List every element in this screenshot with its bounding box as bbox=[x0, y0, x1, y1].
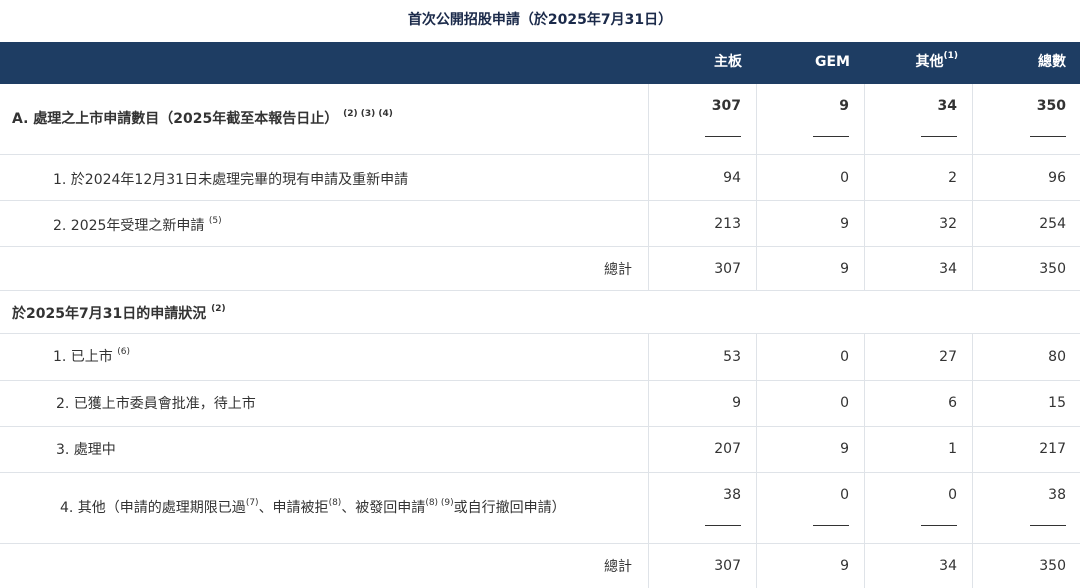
table-row: 2. 已獲上市委員會批准，待上市 9 0 6 15 bbox=[0, 381, 1080, 427]
row-label: 4. 其他（申請的處理期限已過(7)、申請被拒(8)、被發回申請(8) (9)或… bbox=[60, 498, 566, 517]
section-b-row: 於2025年7月31日的申請狀況 (2) bbox=[0, 291, 1080, 334]
section-a-total-row: 總計 307 9 34 350 bbox=[0, 247, 1080, 291]
cell-other: 32 bbox=[939, 216, 957, 232]
total-gem: 9 bbox=[840, 558, 849, 574]
row-label: 1. 已上市 (6) bbox=[53, 347, 131, 366]
cell-other: 0 bbox=[948, 487, 957, 503]
cell-main: 207 bbox=[714, 441, 741, 457]
cell-gem: 0 bbox=[840, 395, 849, 411]
total-label: 總計 bbox=[604, 559, 632, 575]
cell-main: 53 bbox=[723, 349, 741, 365]
row-label: 2. 2025年受理之新申請 (5) bbox=[53, 216, 222, 235]
section-a-gem: 9 bbox=[839, 98, 849, 114]
cell-main: 38 bbox=[723, 487, 741, 503]
cell-total: 38 bbox=[1048, 487, 1066, 503]
cell-gem: 0 bbox=[840, 170, 849, 186]
cell-total: 96 bbox=[1048, 170, 1066, 186]
header-other: 其他(1) bbox=[915, 51, 959, 71]
cell-total: 254 bbox=[1039, 216, 1066, 232]
total-main: 307 bbox=[714, 261, 741, 277]
total-other: 34 bbox=[939, 558, 957, 574]
cell-gem: 0 bbox=[840, 349, 849, 365]
table-row: 1. 於2024年12月31日未處理完畢的現有申請及重新申請 94 0 2 96 bbox=[0, 155, 1080, 201]
total-main: 307 bbox=[714, 558, 741, 574]
cell-gem: 0 bbox=[840, 487, 849, 503]
cell-other: 2 bbox=[948, 170, 957, 186]
section-a-row: A. 處理之上市申請數目（2025年截至本報告日止） (2) (3) (4) 3… bbox=[0, 84, 1080, 155]
cell-other: 27 bbox=[939, 349, 957, 365]
section-b-label: 於2025年7月31日的申請狀況 (2) bbox=[12, 304, 226, 323]
table-row: 1. 已上市 (6) 53 0 27 80 bbox=[0, 334, 1080, 381]
total-gem: 9 bbox=[840, 261, 849, 277]
cell-total: 80 bbox=[1048, 349, 1066, 365]
cell-total: 15 bbox=[1048, 395, 1066, 411]
header-main-board: 主板 bbox=[714, 54, 742, 70]
cell-gem: 9 bbox=[840, 441, 849, 457]
row-label: 1. 於2024年12月31日未處理完畢的現有申請及重新申請 bbox=[53, 172, 409, 188]
cell-gem: 9 bbox=[840, 216, 849, 232]
total-total: 350 bbox=[1039, 261, 1066, 277]
table-title: 首次公開招股申請（於2025年7月31日） bbox=[407, 12, 673, 28]
section-a-label: A. 處理之上市申請數目（2025年截至本報告日止） (2) (3) (4) bbox=[12, 109, 393, 128]
cell-main: 9 bbox=[732, 395, 741, 411]
cell-main: 213 bbox=[714, 216, 741, 232]
section-a-main: 307 bbox=[711, 98, 741, 114]
header-gem: GEM bbox=[815, 54, 850, 70]
row-label: 3. 處理中 bbox=[56, 442, 116, 458]
cell-total: 217 bbox=[1039, 441, 1066, 457]
total-label: 總計 bbox=[604, 262, 632, 278]
cell-other: 6 bbox=[948, 395, 957, 411]
section-a-other: 34 bbox=[937, 98, 957, 114]
table-row: 2. 2025年受理之新申請 (5) 213 9 32 254 bbox=[0, 201, 1080, 247]
row-label: 2. 已獲上市委員會批准，待上市 bbox=[56, 396, 256, 412]
table-row: 4. 其他（申請的處理期限已過(7)、申請被拒(8)、被發回申請(8) (9)或… bbox=[0, 473, 1080, 544]
section-b-total-row: 總計 307 9 34 350 bbox=[0, 544, 1080, 588]
cell-main: 94 bbox=[723, 170, 741, 186]
section-a-total: 350 bbox=[1036, 98, 1066, 114]
cell-other: 1 bbox=[948, 441, 957, 457]
total-other: 34 bbox=[939, 261, 957, 277]
table-header: 主板 GEM 其他(1) 總數 bbox=[0, 42, 1080, 84]
table-row: 3. 處理中 207 9 1 217 bbox=[0, 427, 1080, 473]
header-total: 總數 bbox=[1038, 54, 1066, 70]
total-total: 350 bbox=[1039, 558, 1066, 574]
